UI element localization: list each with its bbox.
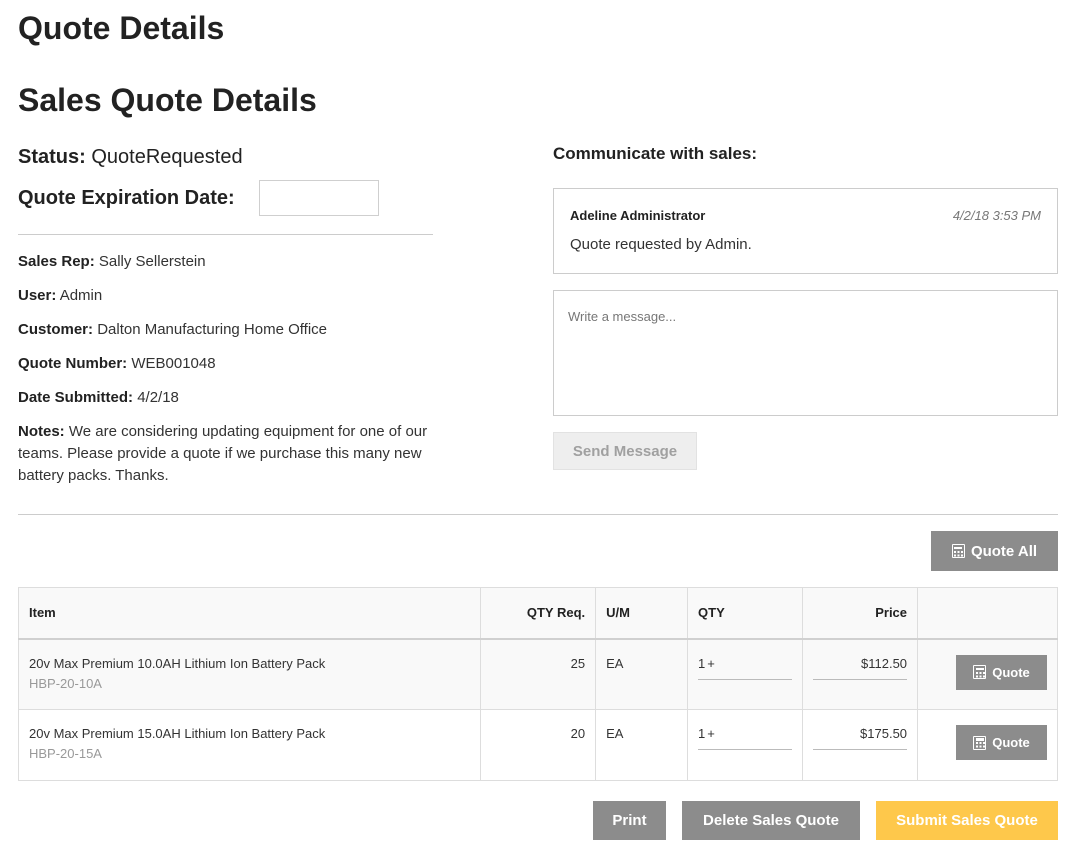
customer-line: Customer: Dalton Manufacturing Home Offi… [18, 321, 327, 338]
qty-plus-icon: + [707, 726, 715, 741]
message-timestamp: 4/2/18 3:53 PM [952, 208, 1041, 223]
quote-number-label: Quote Number: [18, 355, 128, 372]
expiration-date-input[interactable] [259, 180, 379, 216]
expiration-label: Quote Expiration Date: [18, 186, 235, 209]
user-line: User: Admin [18, 287, 102, 304]
quote-button-label: Quote [992, 735, 1030, 750]
divider [18, 234, 433, 235]
price-input[interactable]: $112.50 [813, 656, 908, 680]
price-cell: $175.50 [802, 709, 919, 781]
notes-value: We are considering updating equipment fo… [18, 423, 428, 484]
qty-req-cell: 20 [480, 709, 597, 781]
action-cell: Quote [917, 638, 1058, 710]
customer-value: Dalton Manufacturing Home Office [97, 321, 328, 338]
qty-req-cell: 25 [480, 638, 597, 710]
item-name: 20v Max Premium 10.0AH Lithium Ion Batte… [29, 655, 326, 671]
calculator-icon [951, 544, 965, 558]
status-value: QuoteRequested [91, 146, 243, 168]
qty-cell: 1 + [687, 638, 804, 710]
message-author: Adeline Administrator [570, 208, 706, 223]
page-subtitle: Sales Quote Details [18, 82, 317, 118]
quote-number-value: WEB001048 [131, 355, 216, 372]
item-name: 20v Max Premium 15.0AH Lithium Ion Batte… [29, 726, 326, 741]
qty-value: 1 [698, 726, 706, 741]
quote-number-line: Quote Number: WEB001048 [18, 355, 216, 372]
um-cell: EA [595, 638, 689, 710]
header-action [917, 587, 1058, 640]
item-cell: 20v Max Premium 15.0AH Lithium Ion Batte… [17, 709, 482, 781]
header-qty: QTY [687, 587, 804, 640]
message-text: Quote requested by Admin. [570, 236, 752, 253]
item-cell: 20v Max Premium 10.0AH Lithium Ion Batte… [17, 638, 482, 710]
communicate-title: Communicate with sales: [553, 144, 758, 163]
date-submitted-line: Date Submitted: 4/2/18 [18, 389, 179, 406]
page-title: Quote Details [18, 10, 225, 46]
table-row: 20v Max Premium 15.0AH Lithium Ion Batte… [17, 709, 1058, 781]
customer-label: Customer: [18, 321, 94, 338]
send-message-button[interactable]: Send Message [553, 432, 697, 470]
price-cell: $112.50 [802, 638, 919, 710]
print-button[interactable]: Print [593, 801, 666, 840]
message-thread: Adeline Administrator 4/2/18 3:53 PM Quo… [553, 188, 1058, 274]
qty-input[interactable]: 1 + [698, 655, 793, 680]
header-price: Price [802, 587, 919, 640]
header-qty-req: QTY Req. [480, 587, 597, 640]
price-input[interactable]: $175.50 [813, 726, 908, 750]
date-submitted-label: Date Submitted: [18, 389, 134, 406]
item-sku: HBP-20-15A [29, 746, 102, 761]
quote-items-table: Item QTY Req. U/M QTY Price 20v Max Prem… [17, 587, 1058, 781]
quote-button[interactable]: Quote [956, 654, 1047, 690]
quote-button-label: Quote [992, 664, 1030, 680]
qty-value: 1 [698, 655, 706, 671]
submit-sales-quote-button[interactable]: Submit Sales Quote [876, 801, 1058, 840]
status-line: Status: QuoteRequested [18, 146, 243, 169]
divider [18, 514, 1058, 515]
notes-block: Notes: We are considering updating equip… [18, 421, 433, 487]
user-label: User: [18, 287, 57, 304]
calculator-icon [973, 665, 987, 679]
qty-plus-icon: + [707, 655, 715, 671]
quote-all-label: Quote All [970, 542, 1038, 560]
qty-input[interactable]: 1 + [698, 726, 793, 750]
user-value: Admin [59, 287, 103, 304]
table-header-row: Item QTY Req. U/M QTY Price [17, 587, 1058, 640]
table-row: 20v Max Premium 10.0AH Lithium Ion Batte… [17, 638, 1058, 710]
date-submitted-value: 4/2/18 [137, 389, 179, 406]
sales-rep-label: Sales Rep: [18, 253, 95, 270]
item-sku: HBP-20-10A [29, 675, 102, 691]
sales-rep-line: Sales Rep: Sally Sellerstein [18, 253, 206, 270]
quote-button[interactable]: Quote [956, 725, 1047, 760]
status-label: Status: [18, 146, 86, 168]
notes-label: Notes: [18, 423, 65, 440]
message-input[interactable] [553, 290, 1058, 416]
quote-all-button[interactable]: Quote All [931, 531, 1058, 571]
action-cell: Quote [917, 709, 1058, 781]
qty-cell: 1 + [687, 709, 804, 781]
delete-sales-quote-button[interactable]: Delete Sales Quote [682, 801, 860, 840]
sales-rep-value: Sally Sellerstein [98, 253, 206, 270]
calculator-icon [973, 735, 987, 750]
header-um: U/M [595, 587, 689, 640]
um-cell: EA [595, 709, 689, 781]
header-item: Item [17, 587, 482, 640]
